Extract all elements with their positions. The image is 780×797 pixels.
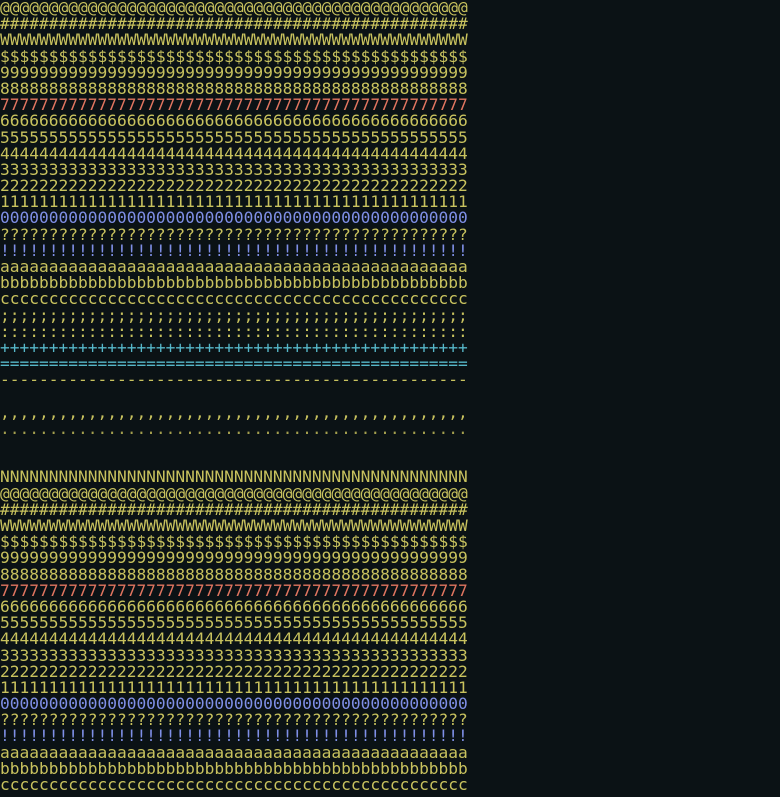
terminal-line: ########################################… (0, 501, 468, 518)
terminal-line: !!!!!!!!!!!!!!!!!!!!!!!!!!!!!!!!!!!!!!!!… (0, 242, 468, 259)
terminal-line: 2222222222222222222222222222222222222222… (0, 178, 468, 195)
terminal-line: ;;;;;;;;;;;;;;;;;;;;;;;;;;;;;;;;;;;;;;;;… (0, 307, 468, 324)
terminal-line: ++++++++++++++++++++++++++++++++++++++++… (0, 339, 468, 357)
terminal-line: 8888888888888888888888888888888888888888… (0, 80, 468, 98)
terminal-line: aaaaaaaaaaaaaaaaaaaaaaaaaaaaaaaaaaaaaaaa… (0, 259, 468, 276)
terminal-line: WWWWWWWWWWWWWWWWWWWWWWWWWWWWWWWWWWWWWWWW… (0, 32, 468, 49)
terminal-line: 1111111111111111111111111111111111111111… (0, 194, 468, 211)
terminal-line: 5555555555555555555555555555555555555555… (0, 129, 468, 146)
terminal-line: 7777777777777777777777777777777777777777… (0, 582, 468, 599)
terminal-line: cccccccccccccccccccccccccccccccccccccccc… (0, 777, 468, 794)
terminal-line: ????????????????????????????????????????… (0, 712, 468, 729)
terminal-line: 6666666666666666666666666666666666666666… (0, 113, 468, 130)
terminal-line: 3333333333333333333333333333333333333333… (0, 647, 468, 664)
terminal-line: !!!!!!!!!!!!!!!!!!!!!!!!!!!!!!!!!!!!!!!!… (0, 728, 468, 745)
terminal-line: 9999999999999999999999999999999999999999… (0, 550, 468, 567)
terminal-line: 0000000000000000000000000000000000000000… (0, 210, 468, 227)
terminal-line: cccccccccccccccccccccccccccccccccccccccc… (0, 291, 468, 308)
terminal-line: ÑÑÑÑÑÑÑÑÑÑÑÑÑÑÑÑÑÑÑÑÑÑÑÑÑÑÑÑÑÑÑÑÑÑÑÑÑÑÑÑ… (0, 469, 468, 486)
terminal-line: ----------------------------------------… (0, 372, 468, 389)
terminal-line: WWWWWWWWWWWWWWWWWWWWWWWWWWWWWWWWWWWWWWWW… (0, 518, 468, 535)
terminal-line: $$$$$$$$$$$$$$$$$$$$$$$$$$$$$$$$$$$$$$$$… (0, 534, 468, 551)
terminal-line: ,,,,,,,,,,,,,,,,,,,,,,,,,,,,,,,,,,,,,,,,… (0, 404, 468, 421)
terminal-line: 4444444444444444444444444444444444444444… (0, 145, 468, 162)
terminal-line: 8888888888888888888888888888888888888888… (0, 566, 468, 583)
terminal-line: 0000000000000000000000000000000000000000… (0, 696, 468, 713)
terminal-line: 5555555555555555555555555555555555555555… (0, 615, 468, 632)
terminal-line: ::::::::::::::::::::::::::::::::::::::::… (0, 323, 468, 340)
terminal-output: @@@@@@@@@@@@@@@@@@@@@@@@@@@@@@@@@@@@@@@@… (0, 0, 780, 797)
terminal-line: aaaaaaaaaaaaaaaaaaaaaaaaaaaaaaaaaaaaaaaa… (0, 744, 468, 761)
terminal-line: ========================================… (0, 356, 468, 373)
terminal-line: bbbbbbbbbbbbbbbbbbbbbbbbbbbbbbbbbbbbbbbb… (0, 760, 468, 777)
terminal-line: 9999999999999999999999999999999999999999… (0, 64, 468, 81)
terminal-line: 4444444444444444444444444444444444444444… (0, 631, 468, 648)
terminal-line: ........................................… (0, 420, 468, 438)
terminal-line: 7777777777777777777777777777777777777777… (0, 97, 468, 114)
terminal-line: @@@@@@@@@@@@@@@@@@@@@@@@@@@@@@@@@@@@@@@@… (0, 485, 468, 502)
terminal-line: 2222222222222222222222222222222222222222… (0, 663, 468, 680)
terminal-line: 1111111111111111111111111111111111111111… (0, 679, 468, 697)
terminal-line: bbbbbbbbbbbbbbbbbbbbbbbbbbbbbbbbbbbbbbbb… (0, 275, 468, 292)
terminal-line: ????????????????????????????????????????… (0, 226, 468, 243)
terminal-line: ########################################… (0, 16, 468, 33)
terminal-line: $$$$$$$$$$$$$$$$$$$$$$$$$$$$$$$$$$$$$$$$… (0, 48, 468, 65)
terminal-line: 3333333333333333333333333333333333333333… (0, 161, 468, 179)
terminal-line: 6666666666666666666666666666666666666666… (0, 598, 468, 616)
terminal-line: @@@@@@@@@@@@@@@@@@@@@@@@@@@@@@@@@@@@@@@@… (0, 0, 468, 17)
